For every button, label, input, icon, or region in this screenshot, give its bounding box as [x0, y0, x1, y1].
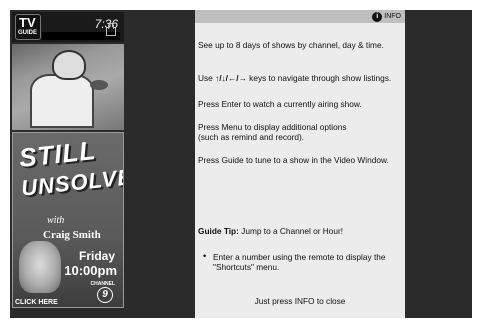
info-line-navigate: Use ↑/↓/←/→ keys to navigate through sho… — [198, 73, 391, 84]
promo-day: Friday — [78, 249, 115, 263]
info-header: i INFO — [195, 10, 405, 23]
guide-tip-label: Guide Tip: — [198, 226, 239, 236]
video-window[interactable] — [12, 44, 124, 130]
arrow-keys-icon: ↑/↓/←/→ — [215, 73, 247, 83]
info-panel: i INFO See up to 8 days of shows by chan… — [195, 10, 405, 318]
lock-bar — [42, 23, 120, 40]
bullet-icon: • — [203, 251, 207, 261]
navigate-suffix: keys to navigate through show listings. — [246, 73, 392, 83]
video-football — [90, 80, 108, 90]
info-button[interactable]: i INFO — [372, 11, 401, 22]
guide-tip-text: Jump to a Channel or Hour! — [238, 226, 344, 236]
info-button-label: INFO — [384, 13, 401, 20]
close-hint: Just press INFO to close — [254, 296, 346, 306]
video-player-helmet — [52, 50, 86, 80]
logo-guide-text: GUIDE — [18, 30, 38, 36]
info-line-guide: Press Guide to tune to a show in the Vid… — [198, 155, 389, 165]
tip-bullet-line2: "Shortcuts" menu. — [213, 262, 280, 272]
promo-host: Craig Smith — [43, 229, 101, 241]
logo-bar: TV GUIDE 7:36 — [12, 12, 124, 42]
click-here-link[interactable]: CLICK HERE — [15, 299, 58, 306]
info-line-menu-sub: (such as remind and record). — [198, 132, 305, 142]
promo-channel-label: CHANNEL — [90, 281, 115, 287]
info-icon: i — [372, 11, 383, 22]
lock-icon — [106, 23, 116, 36]
info-line-menu: Press Menu to display additional options — [198, 122, 347, 132]
promo-with: with — [47, 215, 65, 226]
logo-tv-text: TV — [19, 15, 36, 30]
tv-guide-logo: TV GUIDE — [15, 14, 41, 40]
promo-ad[interactable]: STILL UNSOLVED with Craig Smith Friday 1… — [12, 132, 124, 308]
info-line-enter: Press Enter to watch a currently airing … — [198, 99, 362, 109]
host-photo — [19, 241, 61, 293]
guide-tip: Guide Tip: Jump to a Channel or Hour! — [198, 226, 343, 237]
promo-channel-number: 9 — [97, 287, 113, 303]
promo-time: 10:00pm — [64, 263, 117, 278]
video-player-figure — [30, 74, 94, 128]
tip-bullet-line1: Enter a number using the remote to displ… — [213, 252, 386, 262]
right-strip — [405, 10, 472, 318]
navigate-prefix: Use — [198, 73, 216, 83]
left-panel: TV GUIDE 7:36 STILL UNSOLVED with Craig … — [12, 12, 124, 308]
info-line-days: See up to 8 days of shows by channel, da… — [198, 40, 384, 50]
